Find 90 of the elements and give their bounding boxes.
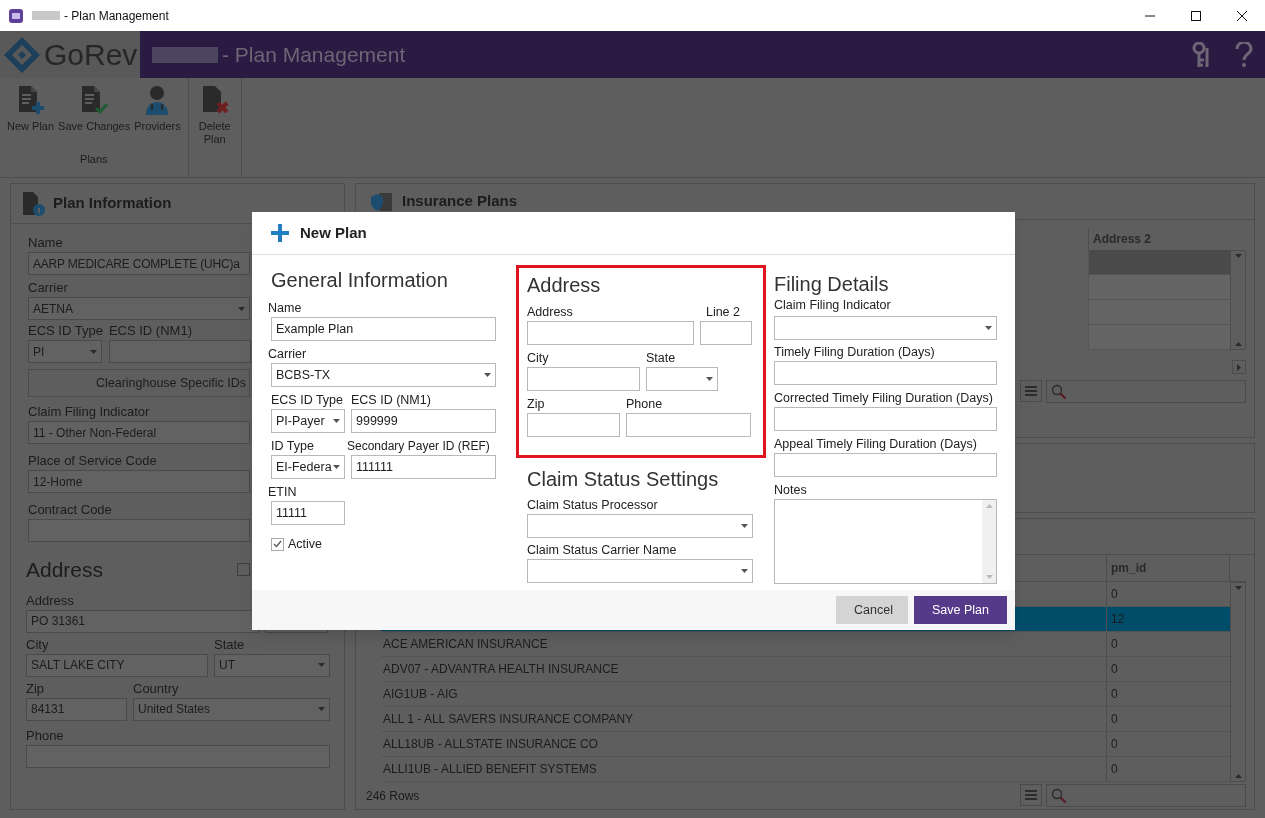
field-label: City: [527, 350, 549, 367]
table-row[interactable]: ACE AMERICAN INSURANCE 0: [381, 632, 1230, 657]
row-count: 246 Rows: [366, 787, 420, 805]
field-label: Address: [527, 304, 573, 321]
ribbon-button[interactable]: Delete Plan: [196, 84, 233, 177]
field-label: ETIN: [268, 484, 297, 501]
panel-title: Insurance Plans: [402, 191, 518, 212]
window-title: - Plan Management: [64, 7, 169, 25]
table-cell-text: ACE AMERICAN INSURANCE: [382, 636, 549, 653]
field-label: Contract Code: [28, 501, 112, 519]
field-label: Secondary Payer ID (REF): [347, 438, 490, 455]
field-label: ECS ID Type: [271, 392, 344, 409]
field-label: Carrier: [268, 346, 307, 363]
field-label: Zip: [527, 396, 545, 413]
table-cell: 12: [1106, 607, 1230, 631]
dropdown-field[interactable]: AETNA: [28, 297, 250, 320]
section-title: General Information: [270, 268, 449, 293]
dropdown-field[interactable]: BCBS-TX: [271, 363, 496, 387]
field-label: Corrected Timely Filing Duration (Days): [774, 390, 993, 407]
field-label: Claim Status Processor: [527, 497, 658, 514]
table-cell-text: ALL 1 - ALL SAVERS INSURANCE COMPANY: [382, 711, 635, 728]
input-field[interactable]: 11 - Other Non-Federal: [28, 421, 250, 444]
field-label: Appeal Timely Filing Duration (Days): [774, 436, 977, 453]
table-cell: 0: [1106, 657, 1230, 681]
field-label: Country: [133, 679, 179, 698]
table-cell-text: ALL18UB - ALLSTATE INSURANCE CO: [382, 736, 599, 753]
field-label: Claim Status Carrier Name: [527, 542, 677, 559]
table-row[interactable]: ALL18UB - ALLSTATE INSURANCE CO 0: [381, 732, 1230, 757]
table-cell: 0: [1106, 682, 1230, 706]
ribbon-button[interactable]: Providers: [133, 84, 182, 133]
section-title: Claim Status Settings: [527, 467, 720, 492]
table-row[interactable]: ALL 1 - ALL SAVERS INSURANCE COMPANY 0: [381, 707, 1230, 732]
table-row[interactable]: AIG1UB - AIG 0: [381, 682, 1230, 707]
field-label: Claim Filing Indicator: [774, 297, 891, 314]
dropdown-field[interactable]: EI-Federa: [271, 455, 345, 479]
field-label: ECS ID Type: [28, 322, 103, 340]
field-label: State: [646, 350, 676, 367]
dropdown-field[interactable]: PI-Payer: [271, 409, 345, 433]
field-label: Carrier: [28, 279, 68, 297]
field-label: ID Type: [271, 438, 314, 455]
table-cell: 0: [1106, 632, 1230, 656]
field-label: Line 2: [705, 304, 740, 321]
table-cell: 0: [1106, 707, 1230, 731]
input-field[interactable]: 12-Home: [28, 470, 250, 493]
field-label: Name: [268, 300, 302, 317]
field-label: Notes: [774, 482, 807, 499]
field-label: Timely Filing Duration (Days): [774, 344, 935, 361]
input-field[interactable]: AARP MEDICARE COMPLETE (UHC)a: [28, 252, 250, 275]
dropdown-field[interactable]: PI: [28, 340, 102, 363]
table-cell: 0: [1106, 757, 1230, 781]
input-field[interactable]: 84131: [26, 697, 127, 721]
field-label: Zip: [26, 679, 45, 698]
field-label: Address: [26, 591, 74, 610]
table-row[interactable]: ALLI1UB - ALLIED BENEFIT SYSTEMS 0: [381, 757, 1230, 782]
table-cell-text: AIG1UB - AIG: [382, 686, 459, 703]
section-title: Address: [26, 557, 104, 583]
panel-title: Plan Information: [53, 193, 172, 214]
clearinghouse-button[interactable]: Clearinghouse Specific IDs: [28, 369, 250, 397]
field-label: ECS ID (NM1): [351, 392, 431, 409]
cancel-button[interactable]: Cancel: [836, 596, 908, 624]
input-field[interactable]: 11111: [271, 501, 345, 525]
save-button[interactable]: Save Plan: [914, 596, 1007, 624]
input-field[interactable]: SALT LAKE CITY: [26, 653, 208, 677]
dialog-title: New Plan: [300, 222, 367, 243]
field-label: Claim Filing Indicator: [28, 403, 150, 421]
table-cell-text: ALLI1UB - ALLIED BENEFIT SYSTEMS: [382, 761, 598, 778]
input-field[interactable]: 111111: [351, 455, 496, 479]
dropdown-field[interactable]: UT: [214, 653, 330, 677]
field-label: City: [26, 635, 49, 654]
ribbon-button[interactable]: Save Changes: [57, 84, 132, 133]
input-field[interactable]: PO 31361: [26, 609, 260, 633]
section-title: Filing Details: [774, 272, 890, 297]
ribbon-button[interactable]: New Plan: [6, 84, 56, 133]
section-title: Address: [527, 273, 602, 298]
table-cell-text: ADV07 - ADVANTRA HEALTH INSURANCE: [382, 661, 620, 678]
dropdown-field[interactable]: United States: [133, 697, 330, 721]
input-field[interactable]: 999999: [351, 409, 496, 433]
table-row[interactable]: ADV07 - ADVANTRA HEALTH INSURANCE 0: [381, 657, 1230, 682]
checkbox-label: Active: [288, 536, 323, 553]
table-cell: 0: [1106, 582, 1230, 606]
field-label: Phone: [26, 726, 64, 745]
field-label: Name: [28, 234, 63, 252]
field-label: Phone: [626, 396, 663, 413]
field-label: ECS ID (NM1): [108, 322, 192, 340]
field-label: Place of Service Code: [28, 452, 157, 470]
ribbon-group-label: Plans: [80, 152, 108, 167]
field-label: State: [214, 635, 245, 654]
input-field[interactable]: Example Plan: [271, 317, 496, 341]
app-title: - Plan Management: [222, 41, 406, 68]
table-cell: 0: [1106, 732, 1230, 756]
